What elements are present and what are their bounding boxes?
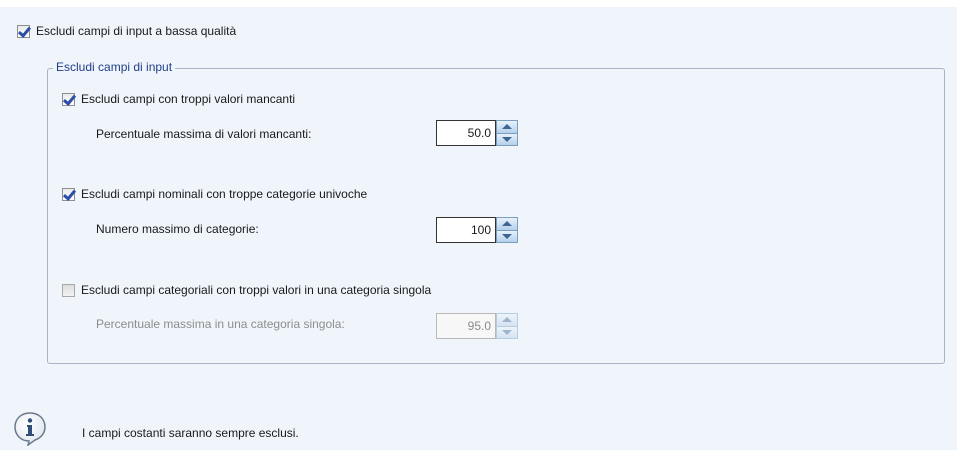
arrow-up-icon: [502, 317, 512, 323]
max-single-category-label: Percentuale massima in una categoria sin…: [96, 317, 345, 331]
spin-up-button[interactable]: [496, 217, 518, 230]
max-categories-row: Numero massimo di categorie:: [96, 222, 259, 236]
max-single-category-spinner: 95.0: [436, 313, 518, 339]
max-categories-spinner[interactable]: 100: [436, 217, 518, 243]
max-categories-label: Numero massimo di categorie:: [96, 222, 259, 236]
exclude-missing-option[interactable]: Escludi campi con troppi valori mancanti: [62, 92, 295, 106]
max-categories-input[interactable]: 100: [436, 217, 496, 243]
exclude-low-quality-label: Escludi campi di input a bassa qualità: [36, 24, 237, 38]
spinner-buttons: [496, 217, 518, 243]
options-panel: Escludi campi di input a bassa qualità E…: [0, 0, 957, 450]
top-strip: [0, 0, 957, 7]
max-missing-label: Percentuale massima di valori mancanti:: [96, 127, 312, 141]
exclude-nominal-checkbox[interactable]: [62, 187, 75, 201]
arrow-up-icon: [502, 124, 512, 130]
spin-down-button[interactable]: [496, 229, 518, 243]
spin-up-button: [496, 313, 518, 326]
group-legend: Escludi campi di input: [53, 60, 176, 74]
spinner-buttons: [496, 120, 518, 146]
exclude-categorical-option[interactable]: Escludi campi categoriali con troppi val…: [62, 283, 431, 297]
exclude-low-quality-option[interactable]: Escludi campi di input a bassa qualità: [17, 24, 236, 38]
info-icon: [14, 412, 46, 446]
max-missing-spinner[interactable]: 50.0: [436, 120, 518, 146]
exclude-missing-label: Escludi campi con troppi valori mancanti: [81, 92, 296, 106]
exclude-nominal-option[interactable]: Escludi campi nominali con troppe catego…: [62, 187, 367, 201]
spin-down-button[interactable]: [496, 132, 518, 146]
exclude-nominal-label: Escludi campi nominali con troppe catego…: [81, 187, 368, 201]
exclude-categorical-checkbox[interactable]: [62, 283, 75, 297]
arrow-down-icon: [502, 233, 512, 239]
arrow-down-icon: [502, 329, 512, 335]
max-single-category-input: 95.0: [436, 313, 496, 339]
max-missing-row: Percentuale massima di valori mancanti:: [96, 127, 311, 141]
spin-down-button: [496, 325, 518, 339]
info-message: I campi costanti saranno sempre esclusi.: [82, 426, 299, 440]
max-missing-input[interactable]: 50.0: [436, 120, 496, 146]
exclude-low-quality-checkbox[interactable]: [17, 24, 30, 38]
max-single-category-row: Percentuale massima in una categoria sin…: [96, 317, 345, 331]
spin-up-button[interactable]: [496, 120, 518, 133]
exclude-categorical-label: Escludi campi categoriali con troppi val…: [81, 283, 432, 297]
exclude-missing-checkbox[interactable]: [62, 92, 75, 106]
arrow-down-icon: [502, 136, 512, 142]
arrow-up-icon: [502, 221, 512, 227]
spinner-buttons: [496, 313, 518, 339]
